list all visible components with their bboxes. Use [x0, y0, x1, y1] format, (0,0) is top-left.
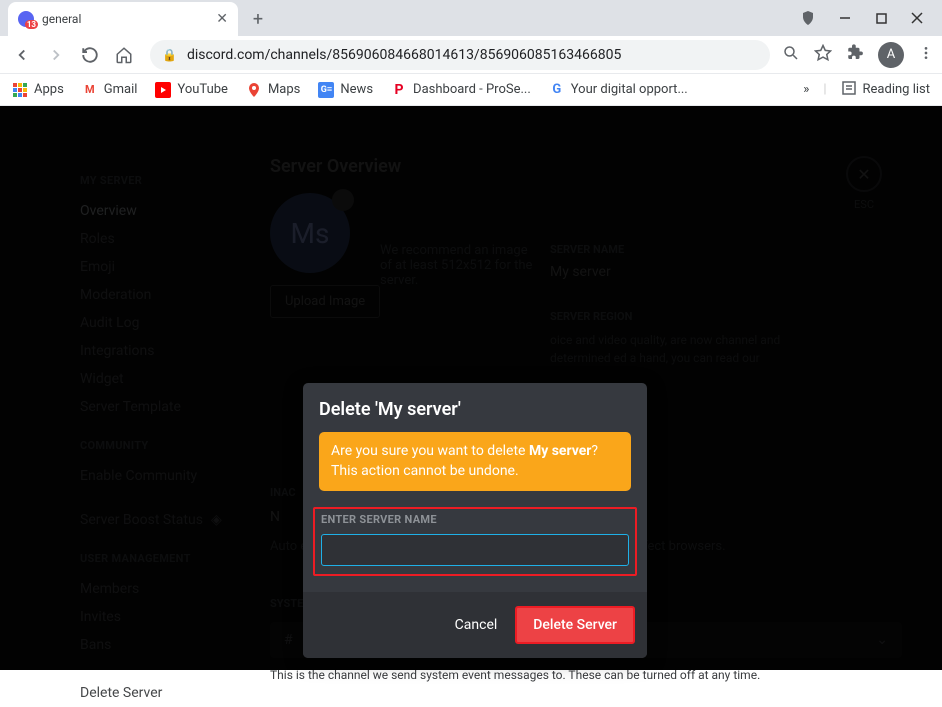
sidebar-item-delete-server[interactable]: Delete Server	[80, 679, 240, 707]
server-name-input[interactable]	[321, 534, 629, 566]
pinterest-icon: P	[391, 82, 407, 98]
bookmarks-separator: |	[823, 82, 826, 97]
extensions-icon[interactable]	[846, 44, 864, 66]
back-button[interactable]	[8, 41, 36, 69]
close-tab-button[interactable]: ✕	[216, 11, 228, 27]
home-button[interactable]	[110, 41, 138, 69]
close-window-button[interactable]	[910, 11, 924, 25]
bookmark-gmail[interactable]: MGmail	[82, 82, 138, 98]
browser-tab[interactable]: general ✕	[8, 2, 238, 36]
modal-input-highlight: ENTER SERVER NAME	[313, 507, 637, 576]
news-icon: G≡	[318, 82, 334, 98]
modal-title: Delete 'My server'	[319, 399, 631, 420]
bookmark-maps[interactable]: Maps	[246, 82, 300, 98]
youtube-icon	[155, 82, 171, 98]
google-icon: G	[549, 82, 565, 98]
search-icon[interactable]	[782, 44, 800, 66]
url-text: discord.com/channels/856906084668014613/…	[187, 47, 621, 63]
shield-icon	[800, 10, 816, 26]
maps-icon	[246, 82, 262, 98]
enter-server-name-label: ENTER SERVER NAME	[321, 513, 629, 526]
gmail-icon: M	[82, 82, 98, 98]
bookmark-youtube[interactable]: YouTube	[155, 82, 228, 98]
menu-icon[interactable]	[918, 45, 934, 65]
minimize-button[interactable]	[838, 11, 852, 25]
maximize-button[interactable]	[874, 11, 888, 25]
modal-warning: Are you sure you want to delete My serve…	[319, 432, 631, 491]
bookmarks-bar: Apps MGmail YouTube Maps G≡News PDashboa…	[0, 74, 942, 106]
bookmark-news[interactable]: G≡News	[318, 82, 373, 98]
discord-favicon	[18, 11, 34, 27]
bookmark-digital[interactable]: GYour digital opport...	[549, 82, 688, 98]
lock-icon: 🔒	[162, 48, 177, 62]
reload-button[interactable]	[76, 41, 104, 69]
cancel-button[interactable]: Cancel	[441, 609, 512, 641]
profile-avatar[interactable]: A	[878, 42, 904, 68]
bookmark-star-icon[interactable]	[814, 44, 832, 66]
address-bar[interactable]: 🔒 discord.com/channels/85690608466801461…	[150, 40, 770, 70]
apps-icon	[12, 82, 28, 98]
delete-server-button[interactable]: Delete Server	[515, 606, 635, 644]
bookmark-dashboard[interactable]: PDashboard - ProSe...	[391, 82, 531, 98]
reading-list[interactable]: Reading list	[841, 80, 930, 100]
bookmarks-overflow[interactable]: »	[803, 82, 809, 97]
reading-list-icon	[841, 80, 857, 100]
tab-title: general	[42, 12, 81, 26]
address-bar-row: 🔒 discord.com/channels/85690608466801461…	[0, 36, 942, 74]
delete-server-modal: Delete 'My server' Are you sure you want…	[303, 383, 647, 658]
new-tab-button[interactable]: +	[244, 5, 272, 33]
forward-button[interactable]	[42, 41, 70, 69]
bookmark-apps[interactable]: Apps	[12, 82, 64, 98]
